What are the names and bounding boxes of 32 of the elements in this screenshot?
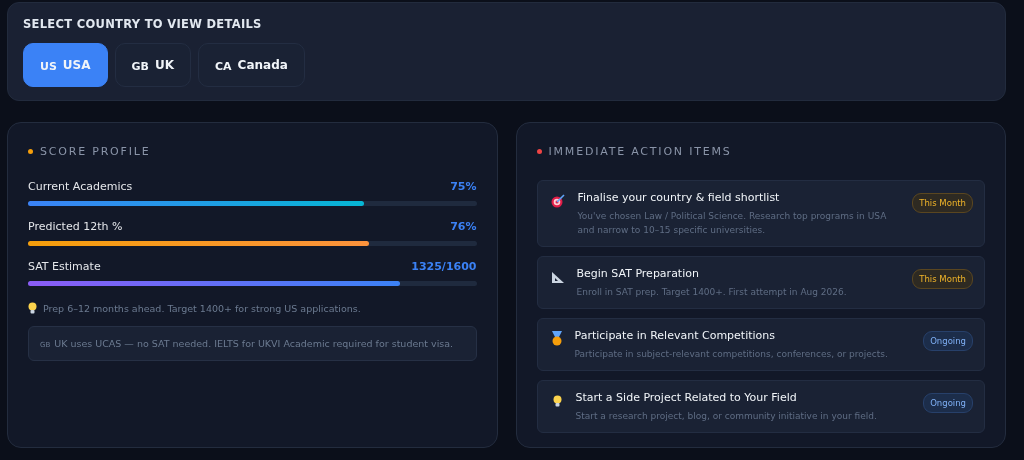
status-dot [28, 149, 33, 154]
metric-value: 76% [450, 220, 477, 233]
action-title: Finalise your country & field shortlist [577, 191, 781, 204]
country-button[interactable]: CA Canada [198, 43, 305, 87]
tip-text: Prep 6–12 months ahead. Target 1400+ for strong US applications. [43, 302, 361, 314]
medal-icon [550, 331, 563, 346]
action-description: Enroll in SAT prep. Target 1400+. First attempt in Aug 2026. [576, 286, 848, 299]
timing-badge: This Month [912, 269, 973, 289]
timing-badge: This Month [912, 193, 973, 213]
triangle-ruler-icon [550, 271, 565, 284]
action-title: Start a Side Project Related to Your Field [575, 391, 798, 404]
metric-value: 75% [450, 180, 477, 193]
metric-label: Current Academics [28, 180, 133, 193]
card-title: IMMEDIATE ACTION ITEMS [548, 145, 732, 158]
action-title: Begin SAT Preparation [576, 267, 700, 280]
card-title: SCORE PROFILE [40, 145, 151, 158]
target-icon [550, 194, 566, 208]
action-description: Start a research project, blog, or community initiative in your field. [575, 410, 878, 423]
metric-value: 1325/1600 [411, 260, 477, 273]
action-description: Participate in subject-relevant competitions, conferences, or projects. [574, 348, 889, 361]
lightbulb-icon [28, 302, 37, 314]
metric-label: SAT Estimate [28, 260, 101, 273]
metric-label: Predicted 12th % [28, 220, 123, 233]
panel-title: SELECT COUNTRY TO VIEW DETAILS [23, 17, 263, 31]
country-button[interactable]: GB UK [114, 43, 191, 87]
note-text: UK uses UCAS — no SAT needed. IELTS for UKVI Academic required for student visa. [54, 338, 454, 349]
status-dot [536, 149, 542, 154]
lightbulb-icon [552, 395, 562, 407]
timing-badge: Ongoing [923, 393, 973, 413]
action-description: You've chosen Law / Political Science. Research top programs in USA and narrow to 10–15 specific universities. [577, 210, 888, 237]
timing-badge: Ongoing [923, 331, 973, 351]
action-title: Participate in Relevant Competitions [574, 329, 777, 342]
